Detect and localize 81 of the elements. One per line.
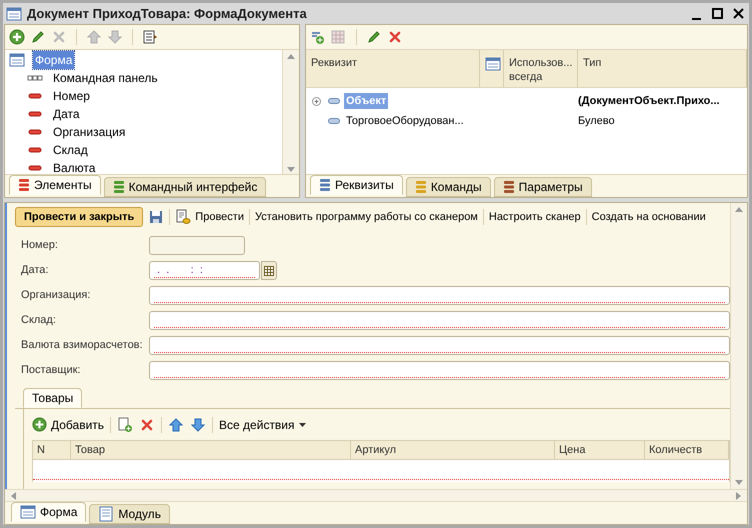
move-down-icon[interactable] <box>190 416 206 432</box>
copy-icon[interactable] <box>117 416 134 432</box>
maximize-button[interactable] <box>709 6 725 22</box>
edit-icon[interactable] <box>30 28 46 45</box>
tree-item[interactable]: Дата <box>51 104 82 123</box>
input-field[interactable] <box>149 361 730 380</box>
close-icon <box>732 8 744 19</box>
field-label: Организация: <box>21 288 92 304</box>
tab[interactable]: Параметры <box>494 177 592 197</box>
scroll-left-icon[interactable] <box>11 492 16 500</box>
delete-icon[interactable] <box>387 29 403 45</box>
tree-item[interactable]: Склад <box>51 140 90 159</box>
document-coins-icon <box>175 209 192 225</box>
post-and-close-button[interactable]: Провести и закрыть <box>15 207 144 227</box>
tab[interactable]: Модуль <box>89 504 170 524</box>
command-button[interactable]: Настроить сканер <box>488 208 581 226</box>
all-actions-menu[interactable]: Все действия <box>219 416 306 434</box>
tab[interactable]: Команды <box>406 177 491 197</box>
input-field[interactable]: . . : : <box>149 261 260 280</box>
module-icon <box>98 506 114 522</box>
form-icon <box>20 504 36 520</box>
attribute-type: (ДокументОбъект.Прихо... <box>578 94 720 109</box>
scroll-right-icon[interactable] <box>736 492 741 500</box>
scroll-up-icon[interactable] <box>287 54 295 59</box>
input-field[interactable] <box>149 311 730 330</box>
column-header[interactable]: Артикул <box>351 441 555 459</box>
field-label: Валюта взиморасчетов: <box>21 338 144 354</box>
move-up-icon[interactable] <box>168 416 184 432</box>
caret-icon <box>298 422 306 426</box>
form-icon <box>9 52 25 68</box>
input-field[interactable] <box>149 236 245 255</box>
field-label: Склад: <box>21 313 57 328</box>
column-header[interactable]: Товар <box>71 441 351 459</box>
save-icon[interactable] <box>148 209 164 225</box>
tree-item[interactable]: Номер <box>51 86 92 105</box>
attribute-icon <box>328 118 340 124</box>
add-icon <box>32 417 47 432</box>
window-title: Документ ПриходТовара: ФормаДокумента <box>27 4 308 23</box>
attribute-type: Булево <box>578 114 615 129</box>
calendar-icon <box>264 266 274 276</box>
attribute-icon <box>328 98 340 104</box>
vertical-scrollbar[interactable] <box>282 50 299 174</box>
scroll-down-icon[interactable] <box>735 480 743 485</box>
tab[interactable]: Форма <box>11 502 86 522</box>
tree-item[interactable]: Организация <box>51 122 128 141</box>
tab[interactable]: Командный интерфейс <box>104 177 266 197</box>
column-header[interactable]: Цена <box>555 441 645 459</box>
post-button[interactable]: Провести <box>175 208 244 226</box>
field-label: Поставщик: <box>21 363 82 378</box>
window-icon <box>6 6 22 22</box>
attribute-name[interactable]: ТорговоеОборудован... <box>344 112 466 130</box>
command-button[interactable]: Создать на основании <box>592 208 706 226</box>
edit-icon[interactable] <box>366 29 382 45</box>
tree-item[interactable]: Командная панель <box>51 68 160 87</box>
column-header[interactable]: N <box>33 441 71 459</box>
add-icon[interactable] <box>9 28 25 45</box>
table-column-icon <box>485 56 501 72</box>
scroll-down-icon[interactable] <box>287 166 295 172</box>
field-label: Номер: <box>21 238 59 254</box>
tree-item[interactable]: Форма <box>33 50 74 69</box>
field-label: Дата: <box>21 263 50 278</box>
column-header[interactable]: Количеств <box>645 441 729 459</box>
tab[interactable]: Элементы <box>9 175 101 195</box>
column-header[interactable]: Реквизит <box>311 56 474 70</box>
scroll-up-icon[interactable] <box>735 207 743 212</box>
add-button[interactable]: Добавить <box>32 416 104 434</box>
horizontal-scrollbar[interactable] <box>5 489 747 502</box>
input-field[interactable] <box>149 336 730 355</box>
column-header[interactable]: Тип <box>583 56 741 70</box>
expand-icon[interactable] <box>312 96 321 106</box>
vertical-scrollbar[interactable] <box>730 203 747 489</box>
tab[interactable]: Товары <box>23 388 82 408</box>
delete-icon[interactable] <box>139 416 156 432</box>
input-field[interactable] <box>149 286 730 305</box>
list-icon[interactable] <box>142 28 158 45</box>
column-header[interactable]: Использов... всегда <box>509 56 572 84</box>
add-row-icon[interactable] <box>310 29 326 45</box>
calendar-button[interactable] <box>261 261 277 280</box>
command-button[interactable]: Установить программу работы со сканером <box>254 208 478 226</box>
tab[interactable]: Реквизиты <box>310 175 403 195</box>
tree-item[interactable]: Валюта <box>51 158 98 174</box>
